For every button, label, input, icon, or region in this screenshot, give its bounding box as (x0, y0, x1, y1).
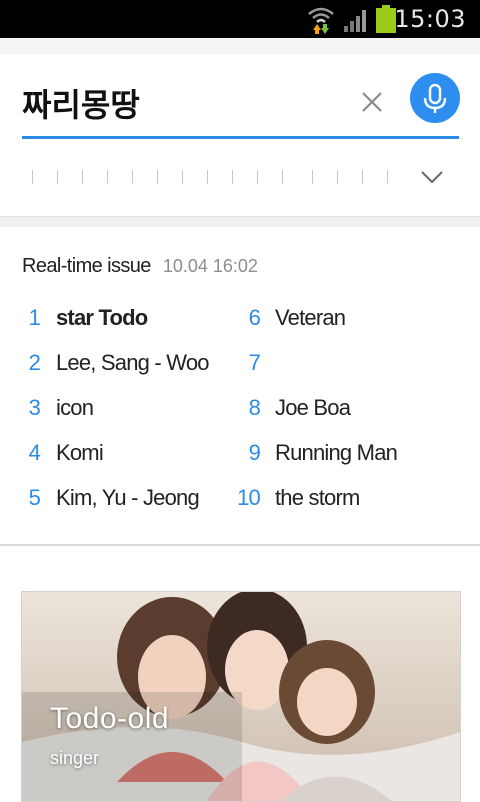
rank-label: Veteran (275, 305, 346, 330)
rank-number: 2 (28, 350, 41, 375)
rank-label: Kim, Yu - Jeong (56, 485, 200, 510)
rank-number: 6 (248, 305, 261, 330)
realtime-header: Real-time issue 10.04 16:02 (22, 255, 258, 278)
status-bar: 15:03 (0, 0, 480, 38)
tick-mark (107, 170, 108, 184)
search-query-text[interactable]: 짜리몽땅 (22, 80, 140, 126)
close-icon (362, 92, 382, 112)
ranking-item[interactable]: 9 Running Man (230, 440, 440, 470)
ranking-item[interactable]: 5 Kim, Yu - Jeong (10, 485, 220, 515)
rank-number: 9 (248, 440, 261, 465)
tick-mark (362, 170, 363, 184)
ranking-item[interactable]: 3 icon (10, 395, 220, 425)
tick-mark (337, 170, 338, 184)
rank-number: 10 (237, 485, 261, 510)
tick-mark (387, 170, 388, 184)
tick-mark (257, 170, 258, 184)
rank-label: Komi (56, 440, 104, 465)
realtime-timestamp: 10.04 16:02 (162, 256, 258, 276)
rank-label: the storm (275, 485, 360, 510)
rank-label: star Todo (56, 305, 148, 330)
section-divider (0, 544, 480, 546)
search-underline (22, 136, 459, 139)
card-subtitle: singer (50, 748, 100, 768)
ranking-item[interactable]: 6 Veteran (230, 305, 440, 335)
tick-mark (132, 170, 133, 184)
expand-button[interactable] (418, 166, 446, 188)
search-area: 짜리몽땅 (0, 54, 480, 216)
realtime-title: Real-time issue (22, 255, 151, 277)
suggestion-tick-row (22, 168, 402, 188)
rank-number: 3 (28, 395, 41, 420)
ranking-item[interactable]: 8 Joe Boa (230, 395, 440, 425)
ranking-item[interactable]: 4 Komi (10, 440, 220, 470)
featured-photo (22, 592, 460, 801)
tick-mark (282, 170, 283, 184)
top-strip (0, 38, 480, 54)
ranking-item[interactable]: 7 (230, 350, 440, 380)
clear-button[interactable] (358, 88, 386, 116)
card-title: Todo-old (50, 702, 170, 735)
ranking-item[interactable]: 2 Lee, Sang - Woo (10, 350, 220, 380)
voice-search-button[interactable] (410, 73, 460, 123)
tick-mark (82, 170, 83, 184)
tick-mark (157, 170, 158, 184)
rank-number: 8 (248, 395, 261, 420)
tick-mark (182, 170, 183, 184)
featured-card[interactable]: Todo-old singer (21, 591, 461, 802)
battery-icon (376, 5, 396, 33)
tick-mark (207, 170, 208, 184)
status-time: 15:03 (394, 5, 466, 33)
microphone-icon (423, 83, 447, 113)
ranking-item[interactable]: 10 the storm (230, 485, 440, 515)
rank-label: Joe Boa (275, 395, 351, 420)
rank-label: Lee, Sang - Woo (56, 350, 210, 375)
chevron-down-icon (421, 171, 443, 184)
section-divider (0, 216, 480, 227)
tick-mark (312, 170, 313, 184)
rank-number: 1 (28, 305, 41, 330)
rank-number: 7 (248, 350, 261, 375)
rank-number: 5 (28, 485, 41, 510)
rank-label: Running Man (275, 440, 398, 465)
ranking-item[interactable]: 1 star Todo (10, 305, 220, 335)
tick-mark (32, 170, 33, 184)
tick-mark (57, 170, 58, 184)
tick-mark (232, 170, 233, 184)
rank-number: 4 (28, 440, 41, 465)
rank-label: icon (56, 395, 94, 420)
